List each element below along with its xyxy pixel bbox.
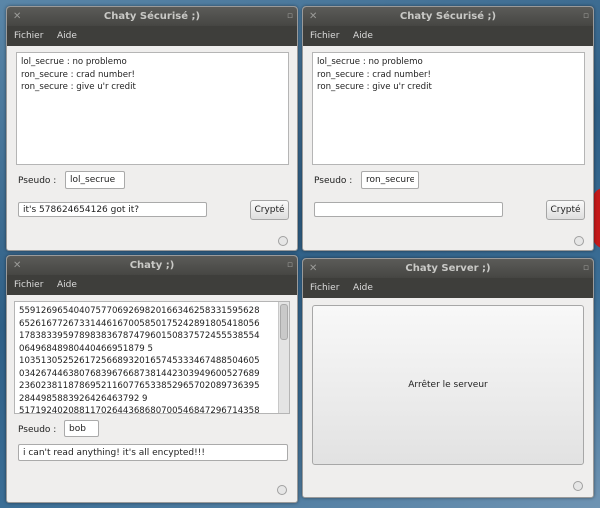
title-bar: ✕ Chaty Sécurisé ;) ▫ bbox=[7, 7, 297, 26]
chat-message: ron_secure : give u'r credit bbox=[21, 82, 136, 92]
chat-message: 0342674463807683967668738144230394960052… bbox=[19, 368, 260, 379]
maximize-icon[interactable]: ▫ bbox=[287, 7, 293, 26]
chat-window-lol: ✕ Chaty Sécurisé ;) ▫ Fichier Aide lol_s… bbox=[6, 6, 298, 251]
pseudo-input[interactable] bbox=[65, 171, 125, 189]
message-input[interactable] bbox=[18, 202, 207, 217]
chat-message: 1035130525261725668932016574533346748850… bbox=[19, 356, 260, 366]
pseudo-input[interactable] bbox=[361, 171, 419, 189]
chat-message: ron_secure : crad number! bbox=[317, 69, 431, 80]
chat-message: lol_secrue : no problemo bbox=[21, 57, 127, 67]
menu-bar: Fichier Aide bbox=[303, 26, 593, 46]
close-icon[interactable]: ✕ bbox=[13, 256, 21, 275]
menu-fichier[interactable]: Fichier bbox=[310, 278, 339, 298]
close-icon[interactable]: ✕ bbox=[309, 259, 317, 278]
scrollbar-thumb[interactable] bbox=[280, 304, 288, 340]
chat-window-bob: ✕ Chaty ;) ▫ Fichier Aide 55912696540407… bbox=[6, 255, 298, 503]
stop-server-label: Arrêter le serveur bbox=[408, 380, 488, 390]
menu-aide[interactable]: Aide bbox=[353, 278, 373, 298]
maximize-icon[interactable]: ▫ bbox=[287, 256, 293, 275]
pseudo-label: Pseudo : bbox=[18, 176, 57, 186]
maximize-icon[interactable]: ▫ bbox=[583, 7, 589, 26]
message-input[interactable] bbox=[18, 444, 288, 461]
menu-aide[interactable]: Aide bbox=[353, 26, 373, 46]
chat-log[interactable]: lol_secrue : no problemo ron_secure : cr… bbox=[312, 52, 585, 165]
menu-aide[interactable]: Aide bbox=[57, 26, 77, 46]
pseudo-label: Pseudo : bbox=[18, 425, 57, 435]
chat-window-ron: ✕ Chaty Sécurisé ;) ▫ Fichier Aide lol_s… bbox=[302, 6, 594, 251]
close-icon[interactable]: ✕ bbox=[13, 7, 21, 26]
chat-log[interactable]: 5591269654040757706926982016634625833159… bbox=[14, 301, 290, 414]
maximize-icon[interactable]: ▫ bbox=[583, 259, 589, 278]
menu-fichier[interactable]: Fichier bbox=[14, 26, 43, 46]
chat-message: 5591269654040757706926982016634625833159… bbox=[19, 306, 260, 316]
chat-message: 6526167726733144616700585017524289180541… bbox=[19, 318, 260, 329]
chat-message: 2360238118786952116077653385296570208973… bbox=[19, 381, 260, 391]
resize-grip-icon[interactable] bbox=[278, 236, 288, 246]
title-bar: ✕ Chaty ;) ▫ bbox=[7, 256, 297, 275]
pseudo-label: Pseudo : bbox=[314, 176, 353, 186]
chat-message: ron_secure : give u'r credit bbox=[317, 82, 432, 92]
window-title: Chaty Server ;) bbox=[405, 263, 491, 274]
menu-aide[interactable]: Aide bbox=[57, 275, 77, 295]
chat-log[interactable]: lol_secrue : no problemo ron_secure : cr… bbox=[16, 52, 289, 165]
menu-bar: Fichier Aide bbox=[303, 278, 593, 298]
resize-grip-icon[interactable] bbox=[573, 481, 583, 491]
window-title: Chaty Sécurisé ;) bbox=[399, 11, 497, 22]
close-icon[interactable]: ✕ bbox=[309, 7, 317, 26]
crypt-send-button[interactable]: Crypté bbox=[250, 200, 289, 220]
resize-grip-icon[interactable] bbox=[574, 236, 584, 246]
window-title: Chaty ;) bbox=[129, 260, 175, 271]
chat-message: 06496848980440466951879 5 bbox=[19, 343, 153, 354]
server-window: ✕ Chaty Server ;) ▫ Fichier Aide Arrêter… bbox=[302, 258, 594, 498]
crypt-send-button[interactable]: Crypté bbox=[546, 200, 585, 220]
chat-message: ron_secure : crad number! bbox=[21, 69, 135, 80]
menu-bar: Fichier Aide bbox=[7, 26, 297, 46]
scrollbar[interactable] bbox=[278, 302, 289, 413]
menu-fichier[interactable]: Fichier bbox=[310, 26, 339, 46]
pseudo-input[interactable] bbox=[64, 420, 99, 437]
message-input[interactable] bbox=[314, 202, 503, 217]
window-title: Chaty Sécurisé ;) bbox=[103, 11, 201, 22]
chat-message: lol_secrue : no problemo bbox=[317, 57, 423, 67]
title-bar: ✕ Chaty Server ;) ▫ bbox=[303, 259, 593, 278]
resize-grip-icon[interactable] bbox=[277, 485, 287, 495]
menu-bar: Fichier Aide bbox=[7, 275, 297, 295]
menu-fichier[interactable]: Fichier bbox=[14, 275, 43, 295]
stop-server-button[interactable]: Arrêter le serveur bbox=[312, 305, 584, 465]
chat-message: 2844985883926426463792 9 bbox=[19, 393, 148, 404]
title-bar: ✕ Chaty Sécurisé ;) ▫ bbox=[303, 7, 593, 26]
chat-message: 5171924020881170264436868070054684729671… bbox=[19, 406, 260, 414]
chat-message: 1783833959789838367874796015083757245553… bbox=[19, 331, 260, 341]
